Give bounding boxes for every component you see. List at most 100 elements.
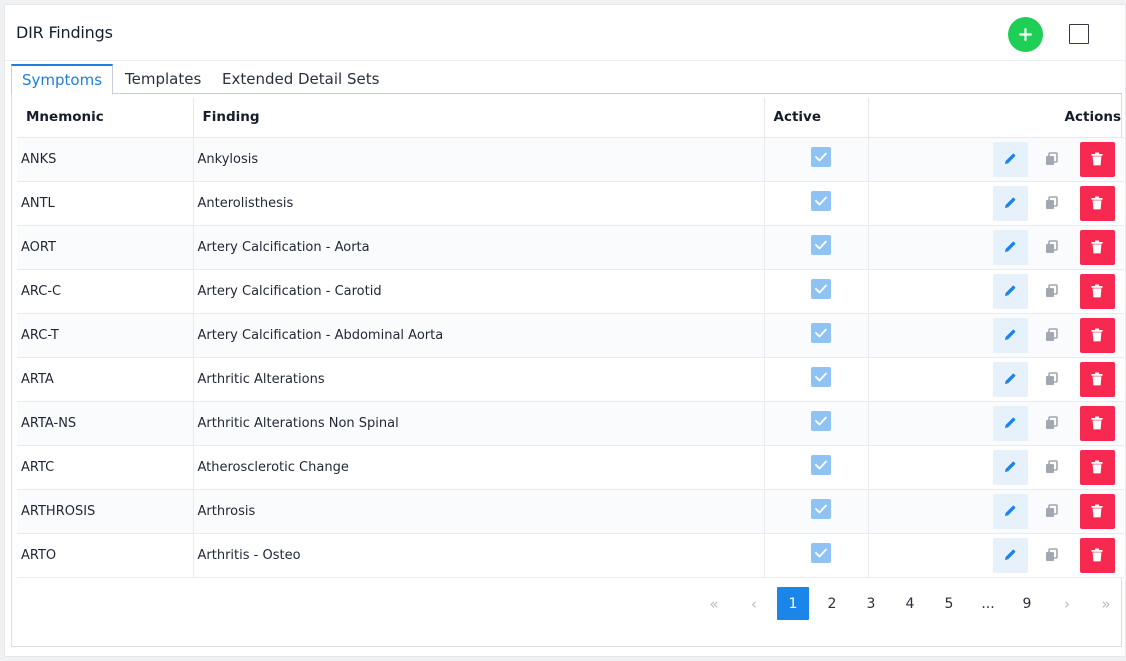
- cell-finding: Arthrosis: [193, 489, 765, 534]
- edit-button[interactable]: [992, 537, 1028, 573]
- table-header-row: Mnemonic Finding Active Actions: [17, 98, 1124, 138]
- next-page-button[interactable]: ›: [1051, 587, 1083, 620]
- copy-button[interactable]: [1039, 450, 1065, 485]
- copy-button[interactable]: [1039, 274, 1065, 309]
- trash-icon: [1091, 284, 1103, 298]
- panel-header: DIR Findings: [5, 5, 1125, 61]
- table-row: ARTO Arthritis - Osteo: [17, 533, 1124, 578]
- copy-icon: [1046, 504, 1058, 517]
- edit-button[interactable]: [992, 185, 1028, 221]
- cell-active: [764, 269, 869, 314]
- cell-finding: Artery Calcification - Carotid: [193, 269, 765, 314]
- check-icon: [814, 152, 827, 162]
- trash-icon: [1091, 240, 1103, 254]
- edit-button[interactable]: [992, 405, 1028, 441]
- page-9-button[interactable]: 9: [1011, 587, 1043, 620]
- page-5-button[interactable]: 5: [933, 587, 965, 620]
- cell-mnemonic: ANTL: [17, 181, 194, 226]
- tab-templates[interactable]: Templates: [115, 64, 211, 94]
- edit-button[interactable]: [992, 141, 1028, 177]
- tab-symptoms[interactable]: Symptoms: [11, 64, 114, 95]
- column-header-finding[interactable]: Finding: [193, 98, 765, 138]
- maximize-button[interactable]: [1069, 24, 1089, 44]
- edit-button[interactable]: [992, 273, 1028, 309]
- mnemonic-text: ARTA: [21, 371, 54, 387]
- active-checkbox[interactable]: [810, 499, 831, 519]
- page-3-button[interactable]: 3: [855, 587, 887, 620]
- cell-mnemonic: ANKS: [17, 137, 194, 182]
- active-checkbox[interactable]: [810, 411, 831, 431]
- delete-button[interactable]: [1079, 405, 1115, 441]
- column-header-active[interactable]: Active: [764, 98, 869, 138]
- delete-button[interactable]: [1079, 361, 1115, 397]
- cell-finding: Artery Calcification - Aorta: [193, 225, 765, 270]
- delete-button[interactable]: [1079, 449, 1115, 485]
- cell-mnemonic: AORT: [17, 225, 194, 270]
- copy-button[interactable]: [1039, 362, 1065, 397]
- delete-button[interactable]: [1079, 273, 1115, 309]
- active-checkbox[interactable]: [810, 147, 831, 167]
- mnemonic-text: ANKS: [21, 151, 57, 167]
- active-checkbox[interactable]: [810, 455, 831, 475]
- check-icon: [814, 372, 827, 382]
- copy-button[interactable]: [1039, 318, 1065, 353]
- cell-actions: [868, 357, 1124, 402]
- last-page-button[interactable]: »: [1090, 587, 1122, 620]
- finding-text: Arthritic Alterations: [197, 371, 325, 387]
- mnemonic-text: AORT: [21, 239, 56, 255]
- table-row: ARTA Arthritic Alterations: [17, 357, 1124, 402]
- delete-button[interactable]: [1079, 185, 1115, 221]
- copy-button[interactable]: [1039, 142, 1065, 177]
- edit-button[interactable]: [992, 493, 1028, 529]
- page-2-button[interactable]: 2: [816, 587, 848, 620]
- cell-active: [764, 401, 869, 446]
- copy-icon: [1046, 372, 1058, 385]
- copy-button[interactable]: [1039, 494, 1065, 529]
- first-page-button[interactable]: «: [698, 587, 730, 620]
- page-4-button[interactable]: 4: [894, 587, 926, 620]
- delete-button[interactable]: [1079, 537, 1115, 573]
- active-checkbox[interactable]: [810, 367, 831, 387]
- page-ellipsis[interactable]: ...: [972, 587, 1004, 620]
- pencil-icon: [1005, 461, 1016, 472]
- cell-active: [764, 225, 869, 270]
- cell-active: [764, 489, 869, 534]
- copy-button[interactable]: [1039, 186, 1065, 221]
- active-checkbox[interactable]: [810, 543, 831, 563]
- delete-button[interactable]: [1079, 493, 1115, 529]
- column-header-mnemonic[interactable]: Mnemonic: [17, 98, 194, 138]
- delete-button[interactable]: [1079, 141, 1115, 177]
- table-row: ARTC Atherosclerotic Change: [17, 445, 1124, 490]
- plus-icon: [1019, 28, 1032, 41]
- pencil-icon: [1005, 285, 1016, 296]
- active-checkbox[interactable]: [810, 323, 831, 343]
- prev-page-button[interactable]: ‹: [738, 587, 770, 620]
- table-row: AORT Artery Calcification - Aorta: [17, 225, 1124, 270]
- mnemonic-text: ANTL: [21, 195, 55, 211]
- copy-button[interactable]: [1039, 538, 1065, 573]
- active-checkbox[interactable]: [810, 235, 831, 255]
- edit-button[interactable]: [992, 449, 1028, 485]
- edit-button[interactable]: [992, 317, 1028, 353]
- copy-icon: [1046, 196, 1058, 209]
- active-checkbox[interactable]: [810, 191, 831, 211]
- finding-text: Ankylosis: [197, 151, 259, 167]
- active-checkbox[interactable]: [810, 279, 831, 299]
- pencil-icon: [1005, 505, 1016, 516]
- edit-button[interactable]: [992, 229, 1028, 265]
- tab-extended-detail-sets[interactable]: Extended Detail Sets: [212, 64, 389, 94]
- pencil-icon: [1005, 373, 1016, 384]
- page-1-button[interactable]: 1: [777, 587, 809, 620]
- pencil-icon: [1005, 241, 1016, 252]
- delete-button[interactable]: [1079, 317, 1115, 353]
- delete-button[interactable]: [1079, 229, 1115, 265]
- check-icon: [814, 416, 827, 426]
- cell-finding: Arthritis - Osteo: [193, 533, 765, 578]
- cell-actions: [868, 401, 1124, 446]
- copy-button[interactable]: [1039, 406, 1065, 441]
- table-row: ANTL Anterolisthesis: [17, 181, 1124, 226]
- cell-active: [764, 313, 869, 358]
- edit-button[interactable]: [992, 361, 1028, 397]
- copy-button[interactable]: [1039, 230, 1065, 265]
- add-finding-button[interactable]: [1008, 17, 1043, 52]
